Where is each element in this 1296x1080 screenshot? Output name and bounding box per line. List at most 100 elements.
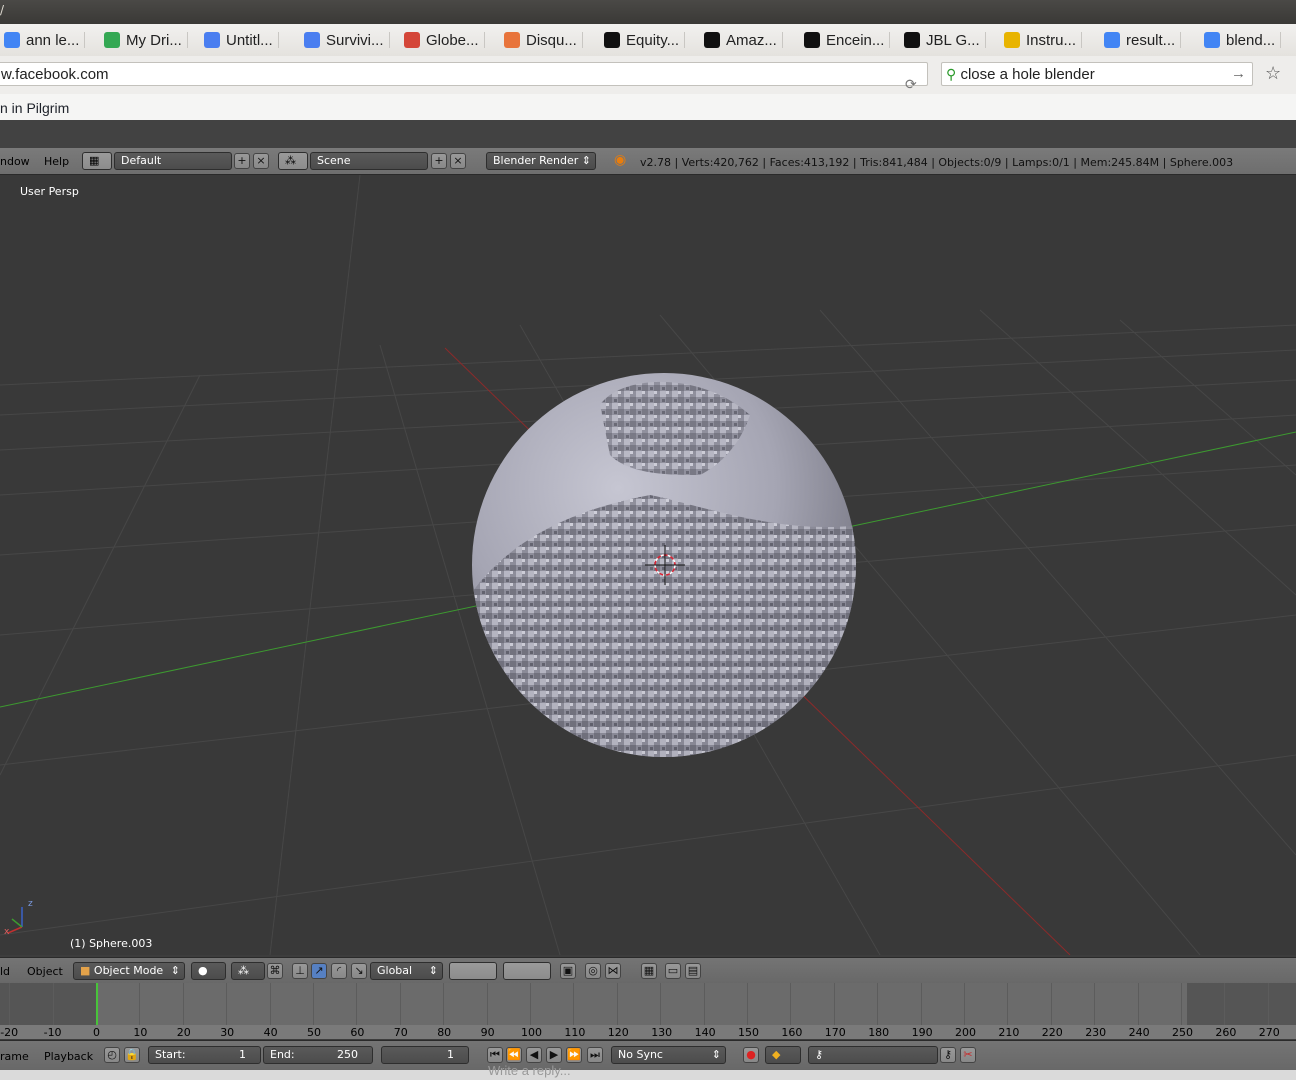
jump-end-icon[interactable]: ⏭ [587, 1047, 603, 1063]
bookmark-item[interactable]: My Dri... [104, 29, 188, 51]
url-field[interactable]: w.facebook.com ⟳ [0, 62, 928, 92]
record-icon[interactable]: ● [743, 1047, 759, 1063]
screen-layout-selector[interactable]: ▦ [82, 152, 112, 170]
timeline-area[interactable] [0, 983, 1296, 1025]
timeline-tick-label: 230 [1085, 1026, 1107, 1039]
timeline-grid-line [660, 983, 662, 1025]
bookmark-star-icon[interactable]: ☆ [1265, 63, 1281, 84]
preview-range-icon[interactable]: ◴ [104, 1047, 120, 1063]
chevron-updown-icon: ⇕ [170, 964, 180, 977]
render-animation-icon[interactable]: ▤ [685, 963, 701, 979]
bookmark-separator [186, 32, 188, 48]
bookmark-item[interactable]: ann le... [4, 29, 86, 51]
cube-icon [504, 32, 520, 48]
transform-orientation-select[interactable]: Global ⇕ [370, 962, 443, 980]
scale-manipulator-icon[interactable]: ↘ [351, 963, 367, 979]
viewport-shading-select[interactable]: ● [191, 962, 226, 980]
proportional-edit-icon[interactable]: ◎ [585, 963, 601, 979]
docs-icon [204, 32, 220, 48]
pivot-select[interactable]: ⁂ [231, 962, 265, 980]
lock-icon[interactable]: 🔒 [124, 1047, 140, 1063]
end-frame-field[interactable]: End: 250 [263, 1046, 373, 1064]
start-frame-field[interactable]: Start: 1 [148, 1046, 261, 1064]
lse-icon [604, 32, 620, 48]
bookmark-item[interactable]: blend... [1204, 29, 1282, 51]
timeline-grid-line [182, 983, 184, 1025]
bookmark-item[interactable]: Equity... [604, 29, 686, 51]
timeline-tick-label: 90 [480, 1026, 495, 1039]
gmail-icon [404, 32, 420, 48]
menu-frame[interactable]: rame [0, 1050, 29, 1063]
add-layout-button[interactable]: + [234, 153, 250, 169]
bookmark-item[interactable]: result... [1104, 29, 1182, 51]
timeline-tick-label: 170 [824, 1026, 846, 1039]
timeline-playhead[interactable] [96, 983, 99, 1025]
render-opengl-icon[interactable]: ▦ [641, 963, 657, 979]
add-scene-button[interactable]: + [431, 153, 447, 169]
layout-grid-icon: ▦ [89, 154, 100, 167]
play-reverse-icon[interactable]: ◀ [526, 1047, 542, 1063]
timeline-out-of-range-right [1187, 983, 1296, 1025]
interaction-mode-select[interactable]: ■ Object Mode ⇕ [73, 962, 185, 980]
select-vertex-icon[interactable]: ⌘ [267, 963, 283, 979]
keying-set-field[interactable]: ⚷ [808, 1046, 938, 1064]
menu-window[interactable]: ndow [0, 155, 30, 168]
bookmark-item[interactable]: Disqu... [504, 29, 583, 51]
active-object-label: (1) Sphere.003 [70, 937, 153, 950]
jump-start-icon[interactable]: ⏮ [487, 1047, 503, 1063]
bookmark-item[interactable]: Encein... [804, 29, 891, 51]
jump-keyframe-forward-icon[interactable]: ⏩ [566, 1047, 582, 1063]
menu-help[interactable]: Help [44, 155, 69, 168]
remove-layout-button[interactable]: × [253, 153, 269, 169]
gizmo-z-label: z [28, 899, 33, 909]
menu-playback[interactable]: Playback [44, 1050, 93, 1063]
timeline-tick-label: 190 [911, 1026, 933, 1039]
remove-scene-button[interactable]: × [450, 153, 466, 169]
scene-field[interactable]: Scene [310, 152, 428, 170]
bookmarks-bar: ann le... My Dri... Untitl... Survivi... Glo… [0, 24, 1296, 57]
timeline-grid-line [573, 983, 575, 1025]
menu-object[interactable]: Object [27, 965, 63, 978]
menu-add[interactable]: ld [0, 965, 10, 978]
keying-mode-select[interactable]: ◆ [765, 1046, 801, 1064]
manipulator-toggle-icon[interactable]: ⊥ [292, 963, 308, 979]
bookmark-item[interactable]: Survivi... [304, 29, 390, 51]
render-image-icon[interactable]: ▭ [665, 963, 681, 979]
bookmark-label: Globe... [426, 31, 479, 49]
timeline-grid-line [1007, 983, 1009, 1025]
layers-group-1[interactable] [449, 962, 497, 980]
timeline-grid-line [226, 983, 228, 1025]
viewport-canvas[interactable] [0, 175, 1296, 955]
keyframe-diamond-icon: ◆ [772, 1048, 781, 1061]
bookmark-separator [984, 32, 986, 48]
key-icon: ⚷ [815, 1048, 824, 1061]
play-icon[interactable]: ▶ [546, 1047, 562, 1063]
search-go-icon[interactable]: → [1231, 63, 1246, 85]
bookmark-item[interactable]: JBL G... [904, 29, 986, 51]
bookmark-item[interactable]: Amaz... [704, 29, 783, 51]
delete-keyframe-icon[interactable]: ✂ [960, 1047, 976, 1063]
sync-mode-select[interactable]: No Sync ⇕ [611, 1046, 726, 1064]
scene-selector[interactable]: ⁂ [278, 152, 308, 170]
reload-icon[interactable]: ⟳ [905, 72, 917, 96]
bookmark-item[interactable]: Globe... [404, 29, 485, 51]
current-frame-field[interactable]: 1 [381, 1046, 469, 1064]
insert-keyframe-icon[interactable]: ⚷ [940, 1047, 956, 1063]
translate-manipulator-icon[interactable]: ↗ [311, 963, 327, 979]
screen-layout-field[interactable]: Default [114, 152, 232, 170]
bookmark-item[interactable]: Instru... [1004, 29, 1083, 51]
snap-icon[interactable]: ⋈ [605, 963, 621, 979]
3d-viewport[interactable]: z x User Persp (1) Sphere.003 [0, 175, 1296, 955]
layers-group-2[interactable] [503, 962, 551, 980]
lock-layers-icon[interactable]: ▣ [560, 963, 576, 979]
timeline-tick-label: 110 [564, 1026, 586, 1039]
mode-name: Object Mode [93, 964, 164, 977]
timeline-grid-line [139, 983, 141, 1025]
facebook-crumb[interactable]: n in Pilgrim [0, 100, 69, 116]
bookmark-item[interactable]: Untitl... [204, 29, 279, 51]
timeline-tick-label: 30 [220, 1026, 235, 1039]
render-engine-select[interactable]: Blender Render ⇕ [486, 152, 596, 170]
search-field[interactable]: ⚲ close a hole blender → [941, 62, 1253, 86]
rotate-manipulator-icon[interactable]: ◜ [331, 963, 347, 979]
jump-keyframe-back-icon[interactable]: ⏪ [506, 1047, 522, 1063]
